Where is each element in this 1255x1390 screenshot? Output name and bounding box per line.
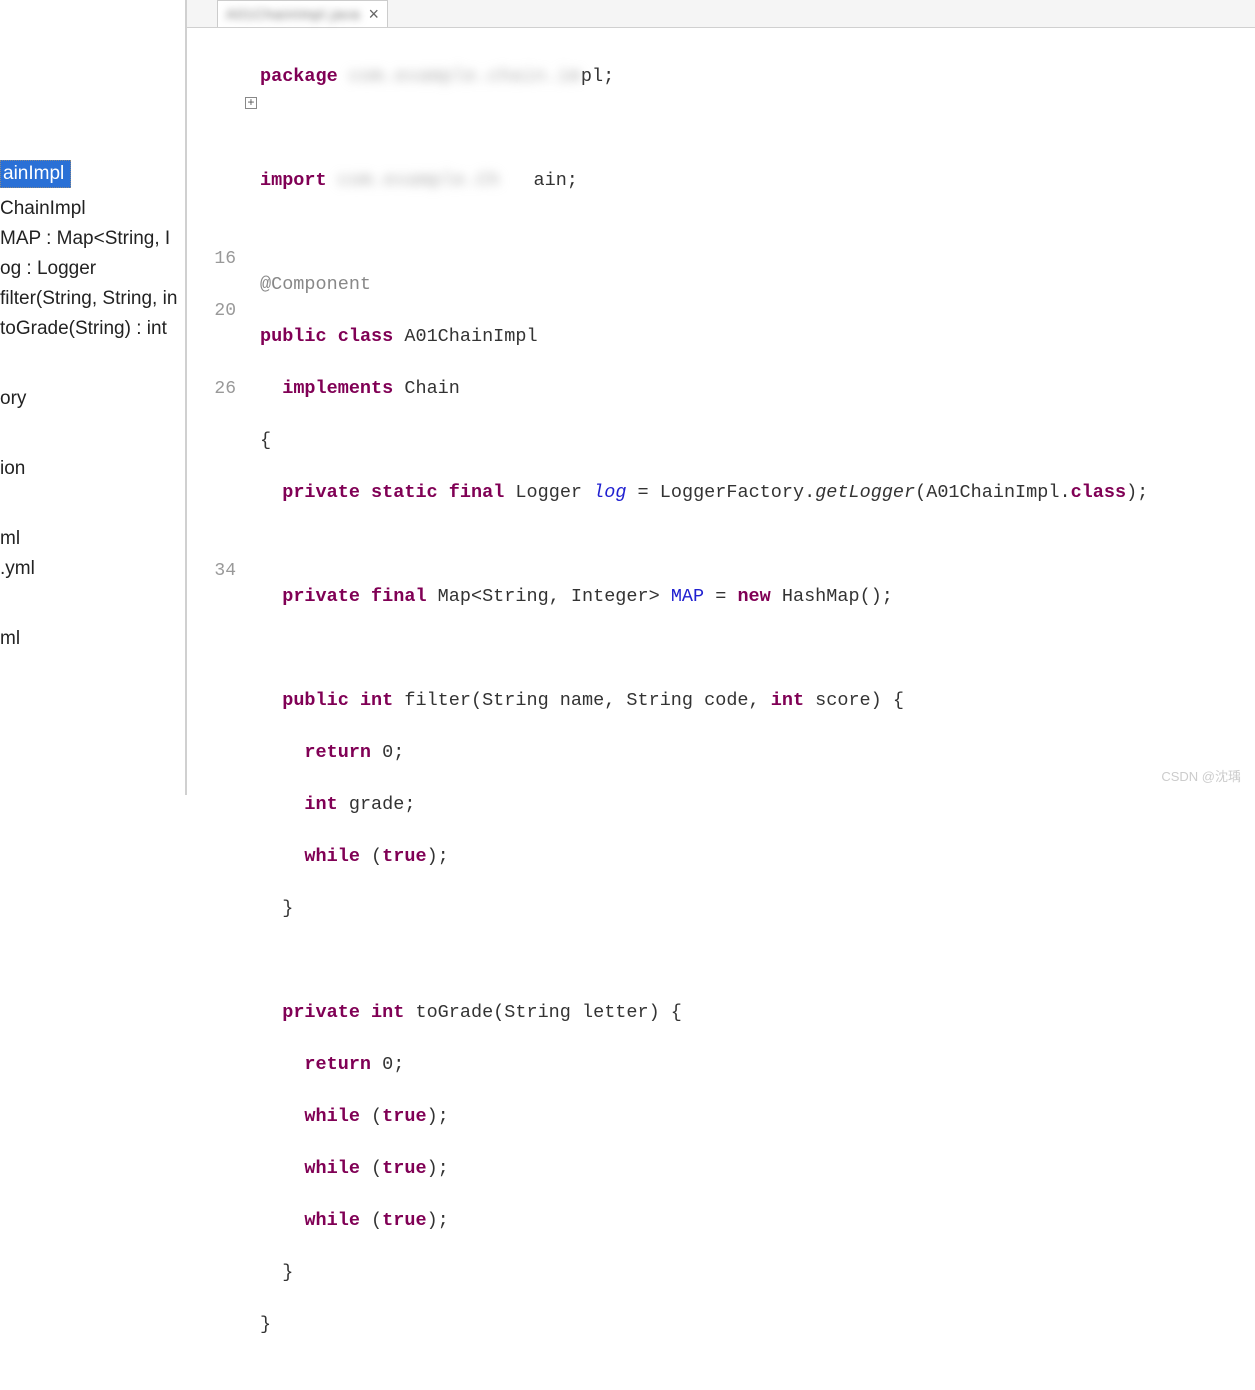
line-number-gutter: 16 20 26 34 [187,28,242,1390]
outline-item[interactable]: filter(String, String, in [0,284,185,314]
outline-item[interactable]: ChainImpl [0,194,185,224]
close-icon[interactable]: × [369,5,380,23]
outline-item[interactable]: ml [0,624,185,654]
outline-item[interactable]: .yml [0,554,185,584]
outline-item[interactable]: MAP : Map<String, I [0,224,185,254]
outline-item[interactable]: ory [0,384,185,414]
outline-item[interactable]: ml [0,524,185,554]
expand-icon[interactable]: + [245,97,257,109]
outline-sidebar: ainImpl ChainImpl MAP : Map<String, I og… [0,0,185,795]
tab-bar: A01ChainImpl.java × [187,0,1255,28]
watermark: CSDN @沈瑀 [1161,766,1241,785]
code-editor[interactable]: package com.example.chain.impl; import c… [260,28,1255,1390]
tab-title: A01ChainImpl.java [226,6,361,22]
outline-item-selected[interactable]: ainImpl [0,160,71,188]
code-container: 16 20 26 34 + package com.example.chain.… [187,28,1255,1390]
fold-gutter: + [242,28,260,1390]
outline-item[interactable]: toGrade(String) : int [0,314,185,344]
editor-tab[interactable]: A01ChainImpl.java × [217,0,388,27]
editor-area: A01ChainImpl.java × 16 20 26 34 [185,0,1255,795]
outline-item[interactable]: og : Logger [0,254,185,284]
outline-item[interactable]: ion [0,454,185,484]
